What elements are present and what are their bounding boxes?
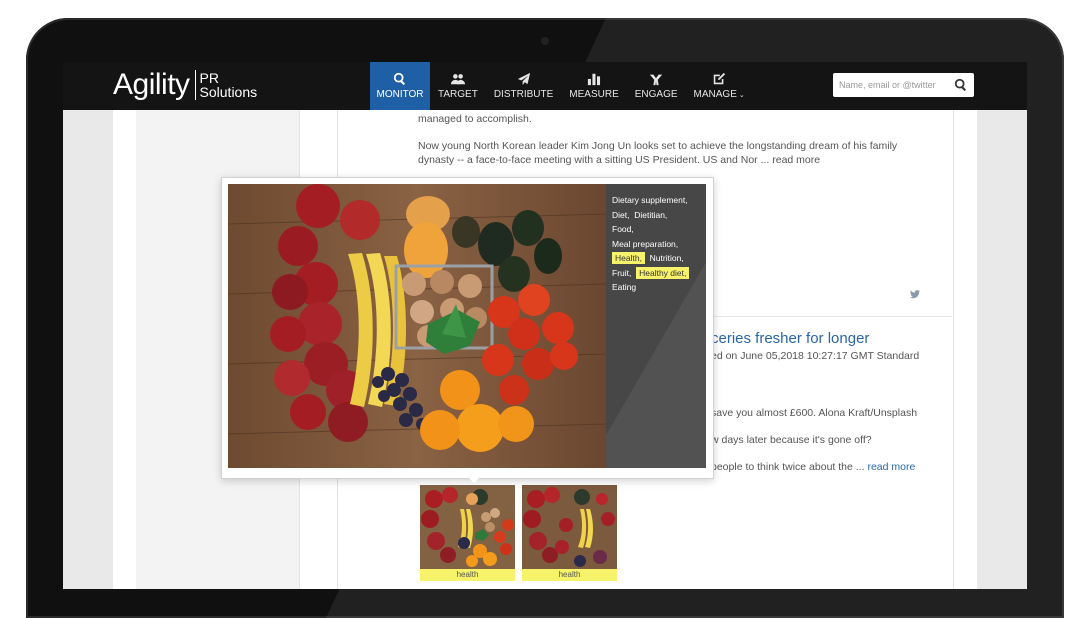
thumbnail-tag: health xyxy=(522,569,617,581)
image-preview-popover: Dietary supplement, Diet, Dietitian, Foo… xyxy=(221,177,714,479)
tag-item[interactable]: Meal preparation, xyxy=(612,239,678,249)
brand-name: Agility xyxy=(113,68,190,101)
brand-sub-line2: Solutions xyxy=(199,84,258,100)
search-box[interactable] xyxy=(833,73,974,97)
webcam xyxy=(541,37,549,45)
brand-sub-line1: PR xyxy=(199,70,219,86)
tag-item[interactable]: Dietitian, xyxy=(634,210,667,220)
article2-meta: ed on June 05,2018 10:27:17 GMT Standard xyxy=(711,350,920,362)
people-icon xyxy=(450,74,465,85)
preview-photo xyxy=(228,184,606,468)
nav-label: MONITOR xyxy=(376,89,424,100)
nav-manage-label: MANAGE xyxy=(693,89,737,100)
tag-item[interactable]: Nutrition, xyxy=(650,253,684,263)
nav-label: MEASURE xyxy=(569,89,619,100)
article1-text-line0: managed to accomplish. xyxy=(418,113,532,125)
logo-divider xyxy=(194,70,196,100)
tag-item[interactable]: Fruit, xyxy=(612,268,631,278)
brand-logo[interactable]: Agility PR Solutions xyxy=(113,68,257,102)
search-input[interactable] xyxy=(839,77,947,93)
tag-item[interactable]: Diet, xyxy=(612,210,629,220)
article2-read-more[interactable]: read more xyxy=(867,461,915,473)
edit-icon xyxy=(713,72,726,85)
article2-text-line1: save you almost £600. Alona Kraft/Unspla… xyxy=(711,407,918,419)
chevron-down-icon: ⌄ xyxy=(738,92,745,99)
tag-item-highlighted[interactable]: Health, xyxy=(612,252,645,264)
tag-item[interactable]: Food, xyxy=(612,224,634,234)
article1-snippet: dynasty -- a face-to-face meeting with a… xyxy=(418,154,770,166)
popover-arrow xyxy=(467,476,481,483)
nav-monitor[interactable]: MONITOR xyxy=(370,62,430,110)
bar-chart-icon xyxy=(587,73,601,86)
nav-label: TARGET xyxy=(438,89,478,100)
tag-item[interactable]: Dietary supplement, xyxy=(612,195,688,205)
article2-text-line3: people to think twice about the ... read… xyxy=(711,460,915,474)
nav-label: MANAGE ⌄ xyxy=(694,89,745,100)
thumbnail-image xyxy=(420,485,515,569)
article1-text-line1: Now young North Korean leader Kim Jong U… xyxy=(418,140,898,152)
main-nav: MONITOR TARGET DISTRIBUTE MEASURE ENGAGE… xyxy=(370,62,753,110)
tag-item[interactable]: Eating xyxy=(612,282,636,292)
article1-text-line2: dynasty -- a face-to-face meeting with a… xyxy=(418,153,820,167)
nav-target[interactable]: TARGET xyxy=(430,62,486,110)
search-icon xyxy=(393,72,406,86)
brand-sub: PR Solutions xyxy=(200,71,258,99)
twitter-icon[interactable] xyxy=(910,289,920,299)
nav-engage[interactable]: ENGAGE xyxy=(627,62,686,110)
search-icon[interactable] xyxy=(954,78,968,92)
thumbnail-image xyxy=(522,485,617,569)
article2-snippet: people to think twice about the ... xyxy=(711,461,865,473)
nav-measure[interactable]: MEASURE xyxy=(561,62,626,110)
image-thumbnail[interactable]: health xyxy=(522,485,617,581)
nav-distribute[interactable]: DISTRIBUTE xyxy=(486,62,561,110)
nav-label: DISTRIBUTE xyxy=(493,89,554,100)
paper-plane-icon xyxy=(517,72,530,86)
tag-list: Dietary supplement, Diet, Dietitian, Foo… xyxy=(612,193,702,295)
article2-title[interactable]: ceries fresher for longer xyxy=(711,330,869,347)
tag-item-highlighted[interactable]: Healthy diet, xyxy=(636,266,690,279)
top-header: Agility PR Solutions MONITOR TARGET DIST… xyxy=(63,62,1027,110)
thumbnail-tag: health xyxy=(420,569,515,581)
image-thumbnail[interactable]: health xyxy=(420,485,515,581)
nav-label: ENGAGE xyxy=(634,89,678,100)
article2-text-line2: w days later because it's gone off? xyxy=(711,434,872,446)
article1-read-more[interactable]: read more xyxy=(772,154,820,166)
engage-icon xyxy=(650,74,663,86)
tag-panel: Dietary supplement, Diet, Dietitian, Foo… xyxy=(606,184,706,468)
nav-manage[interactable]: MANAGE ⌄ xyxy=(686,62,753,110)
